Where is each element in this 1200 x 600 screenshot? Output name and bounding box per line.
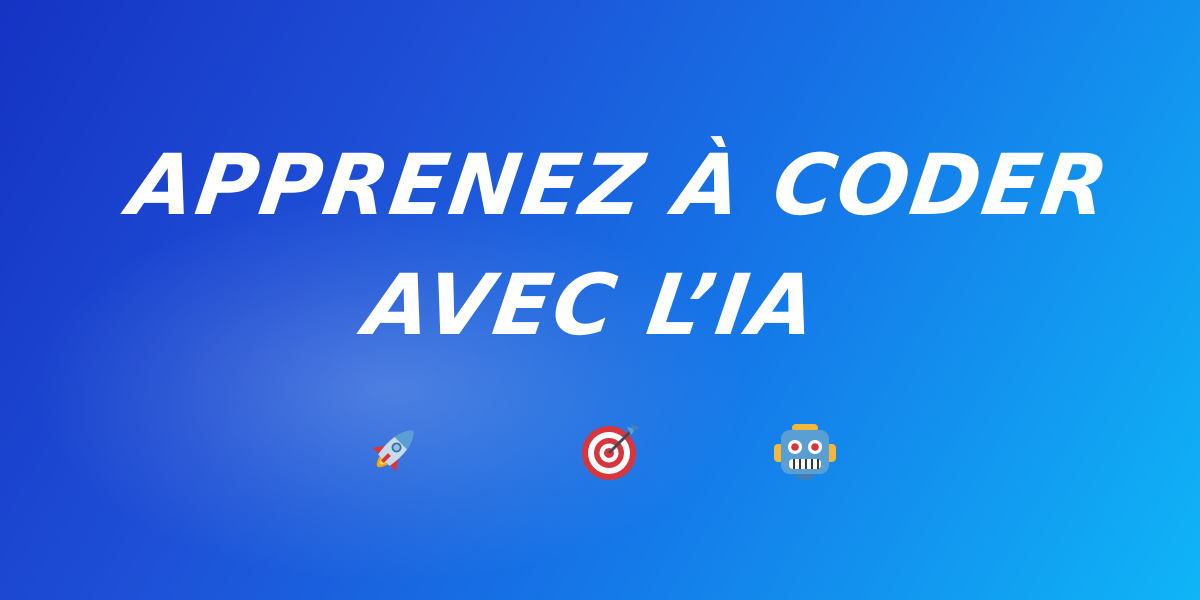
rocket-icon xyxy=(360,418,426,484)
headline-line-2: AVEC L’IA xyxy=(358,256,825,354)
emoji-row xyxy=(0,418,1200,488)
target-dart-icon xyxy=(578,418,644,484)
headline: APPRENEZ À CODER AVEC L’IA xyxy=(0,125,1200,365)
banner: APPRENEZ À CODER AVEC L’IA xyxy=(0,0,1200,600)
headline-line-1: APPRENEZ À CODER xyxy=(122,136,1116,234)
robot-icon xyxy=(772,418,838,484)
